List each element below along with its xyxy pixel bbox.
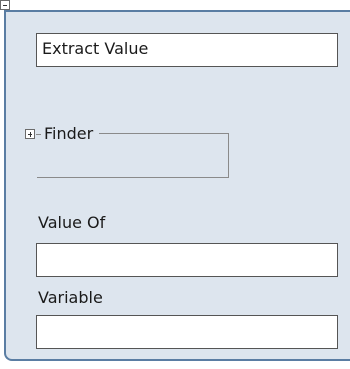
extract-value-block: Extract Value Finder Value Of Variable — [0, 0, 350, 369]
value-of-label: Value Of — [38, 213, 106, 232]
expand-icon[interactable] — [25, 129, 35, 139]
variable-label: Variable — [38, 288, 103, 307]
collapse-icon[interactable] — [0, 0, 10, 10]
finder-label: Finder — [44, 124, 94, 143]
value-of-input[interactable] — [36, 243, 338, 277]
variable-input[interactable] — [36, 315, 338, 349]
finder-group-header: Finder — [25, 124, 100, 144]
block-title-field[interactable]: Extract Value — [36, 33, 338, 67]
tree-connector — [36, 133, 41, 135]
